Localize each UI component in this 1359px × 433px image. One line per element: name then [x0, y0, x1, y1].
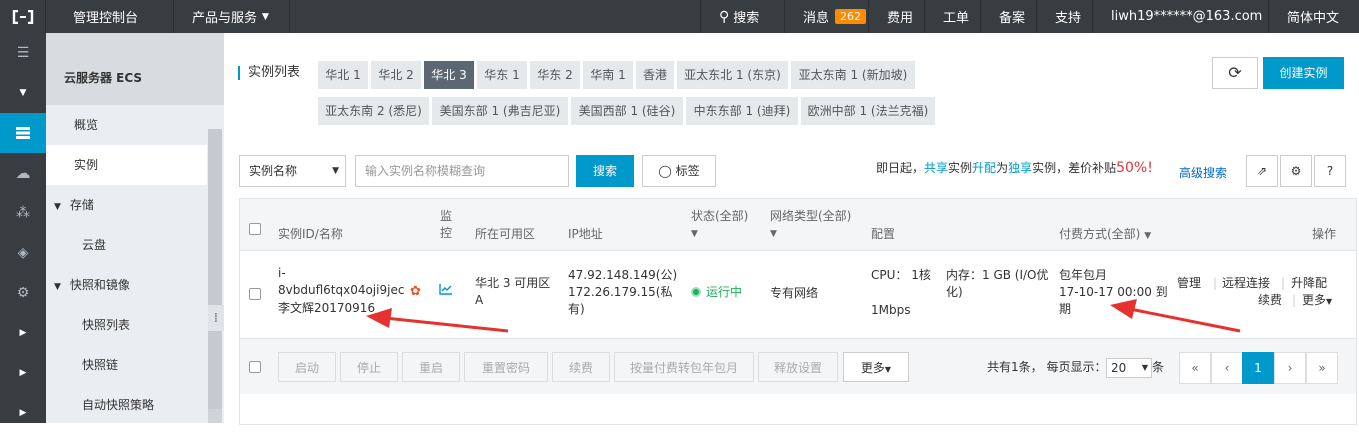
annotation-arrows — [366, 299, 1241, 333]
annotation-arrow-left — [366, 308, 509, 333]
annotation-arrow-right — [1110, 299, 1241, 333]
